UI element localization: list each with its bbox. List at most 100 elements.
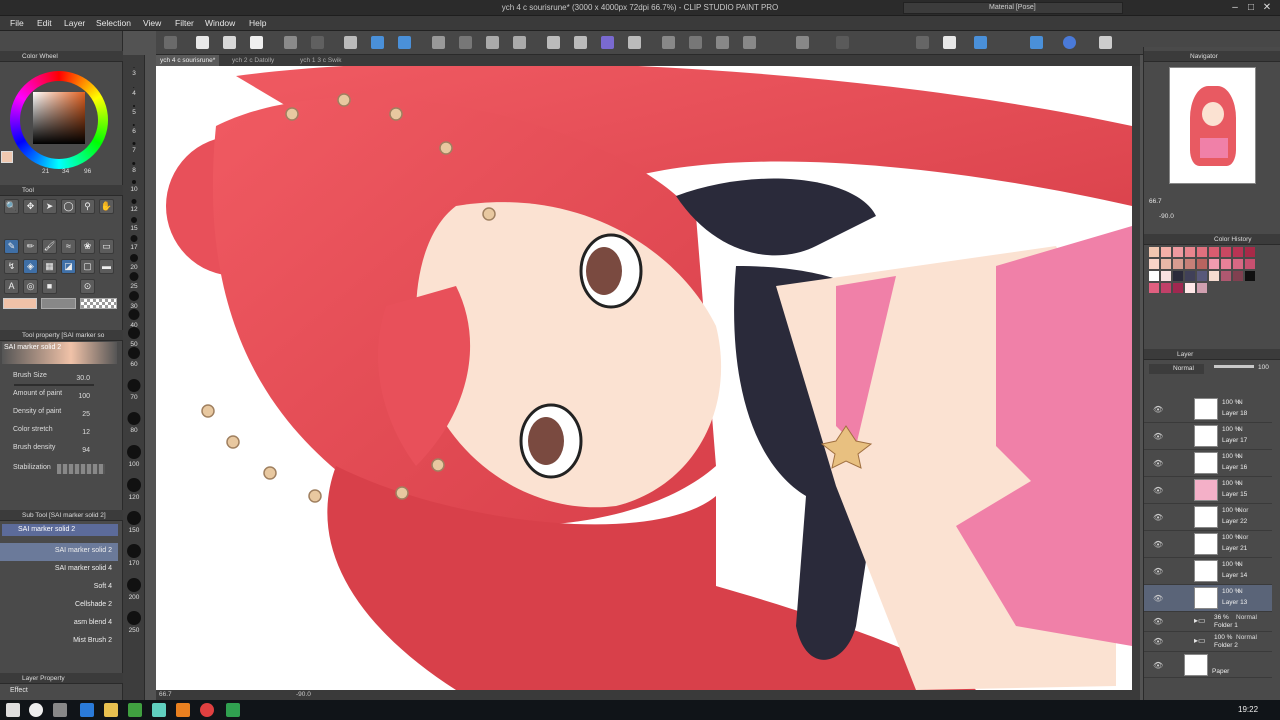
transparent-color-bar[interactable] — [80, 298, 117, 309]
color-swatch[interactable] — [1209, 259, 1219, 269]
new-file-icon[interactable] — [196, 36, 209, 49]
brush-size-dot[interactable] — [129, 254, 138, 262]
redo-icon[interactable] — [311, 36, 324, 49]
color-swatch[interactable] — [1149, 271, 1159, 281]
color-swatch[interactable] — [1161, 283, 1171, 293]
brush-item[interactable]: asm blend 4 — [0, 615, 118, 633]
airbrush-icon[interactable] — [743, 36, 756, 49]
color-swatch[interactable] — [1173, 283, 1183, 293]
rotation-value[interactable]: -90.0 — [296, 691, 311, 698]
undo-icon[interactable] — [284, 36, 297, 49]
snap-ruler-icon[interactable] — [974, 36, 987, 49]
brush-tool-icon[interactable]: 🖌 — [42, 239, 57, 254]
color-swatch[interactable] — [1197, 247, 1207, 257]
drawing-canvas[interactable] — [156, 66, 1132, 690]
opacity-value[interactable]: 100 — [1258, 364, 1269, 371]
transform-icon[interactable] — [486, 36, 499, 49]
sub-color-bar[interactable] — [41, 298, 76, 309]
move-tool-icon[interactable]: ✥ — [23, 199, 38, 214]
deselect-icon[interactable] — [547, 36, 560, 49]
scale-icon[interactable] — [513, 36, 526, 49]
vlc-icon[interactable] — [176, 703, 190, 717]
brush-size-dot[interactable] — [129, 272, 138, 281]
menu-view[interactable]: View — [143, 18, 161, 28]
balloon-tool-icon[interactable]: ◎ — [23, 279, 38, 294]
brush-size-dot[interactable] — [132, 123, 135, 126]
eye-icon[interactable]: 👁 — [1153, 594, 1163, 603]
eye-icon[interactable]: 👁 — [1153, 432, 1163, 441]
windows-start-icon[interactable] — [6, 703, 20, 717]
color-swatch[interactable] — [1233, 271, 1243, 281]
main-color-bar[interactable] — [3, 298, 37, 309]
color-swatch[interactable] — [1221, 259, 1231, 269]
color-swatch[interactable] — [1233, 259, 1243, 269]
app-icon-2[interactable] — [226, 703, 240, 717]
brush-item[interactable]: Cellshade 2 — [0, 597, 118, 615]
frame-tool-icon[interactable]: ▢ — [80, 259, 95, 274]
operation-tool-icon[interactable]: ➤ — [42, 199, 57, 214]
layer-row[interactable]: 👁 100 % N Layer 16 — [1144, 450, 1272, 477]
color-swatch[interactable] — [1149, 247, 1159, 257]
brush-size-dot[interactable] — [131, 180, 136, 184]
brush-size-dot[interactable] — [130, 235, 137, 242]
doc-tab[interactable]: ych 2 c Datolly — [228, 55, 278, 66]
layer-row[interactable]: 👁 100 % N Layer 18 — [1144, 396, 1272, 423]
brush-size-dot[interactable] — [127, 379, 140, 392]
copy-icon[interactable] — [371, 36, 384, 49]
eye-icon[interactable]: 👁 — [1153, 540, 1163, 549]
color-swatch[interactable] — [1245, 271, 1255, 281]
brush-size-dot[interactable] — [126, 544, 141, 558]
brush-item[interactable]: Mist Brush 2 — [0, 633, 118, 651]
opacity-slider[interactable] — [1214, 365, 1254, 368]
layer-row[interactable]: 👁 100 % N Layer 17 — [1144, 423, 1272, 450]
color-swatch[interactable] — [1209, 271, 1219, 281]
task-view-icon[interactable] — [53, 703, 67, 717]
menu-edit[interactable]: Edit — [37, 18, 52, 28]
clip-studio-icon[interactable] — [152, 703, 166, 717]
brush-item[interactable]: SAI marker solid 2 — [0, 543, 118, 561]
brush-size-dot[interactable] — [132, 105, 135, 107]
eye-icon[interactable]: 👁 — [1153, 567, 1163, 576]
brush-item[interactable]: Soft 4 — [0, 579, 118, 597]
file-explorer-icon[interactable] — [104, 703, 118, 717]
color-swatch[interactable] — [1245, 259, 1255, 269]
brush-size-dot[interactable] — [130, 217, 137, 223]
subtool-group-tab[interactable]: SAI marker solid 2 — [2, 524, 118, 536]
amount-of-paint-value[interactable]: 100 — [66, 393, 90, 400]
color-swatch[interactable] — [1197, 283, 1207, 293]
eye-icon[interactable]: 👁 — [1153, 459, 1163, 468]
paste-icon[interactable] — [398, 36, 411, 49]
navigator-preview[interactable] — [1169, 67, 1256, 184]
brush-size-dot[interactable] — [128, 291, 139, 301]
fill-tool-icon[interactable]: ◈ — [23, 259, 38, 274]
text-tool-icon[interactable]: A — [4, 279, 19, 294]
color-swatch[interactable] — [1197, 259, 1207, 269]
brush-size-dot[interactable] — [132, 142, 135, 145]
color-swatch[interactable] — [1173, 247, 1183, 257]
brush-size-dot[interactable] — [132, 86, 135, 88]
menu-help[interactable]: Help — [249, 18, 266, 28]
color-swatch[interactable] — [1233, 247, 1243, 257]
eye-icon[interactable]: 👁 — [1153, 405, 1163, 414]
color-swatch[interactable] — [1197, 271, 1207, 281]
menu-window[interactable]: Window — [205, 18, 235, 28]
brush-size-dot[interactable] — [127, 327, 140, 339]
zoom-tool-icon[interactable]: 🔍 — [4, 199, 19, 214]
open-file-icon[interactable] — [223, 36, 236, 49]
pen-pressure-icon[interactable] — [1030, 36, 1043, 49]
blend-mode-select[interactable]: Normal — [1149, 364, 1204, 374]
menu-selection[interactable]: Selection — [96, 18, 131, 28]
color-stretch-value[interactable]: 12 — [66, 429, 90, 436]
pencil-tool-icon[interactable]: ✏ — [23, 239, 38, 254]
color-swatch[interactable] — [1245, 247, 1255, 257]
navigator-rotation[interactable]: -90.0 — [1159, 213, 1174, 220]
folder-row[interactable]: 👁 ▸▭ 36 % Normal Folder 1 — [1144, 612, 1272, 632]
brush-size-slider[interactable] — [14, 384, 94, 386]
color-swatch[interactable] — [1221, 271, 1231, 281]
layer-row[interactable]: 👁 100 % N Layer 15 — [1144, 477, 1272, 504]
color-swatch[interactable] — [1209, 247, 1219, 257]
airbrush-tool-icon[interactable]: ≈ — [61, 239, 76, 254]
app-icon[interactable] — [128, 703, 142, 717]
brush-size-dot[interactable] — [131, 199, 136, 204]
color-swatch[interactable] — [1185, 247, 1195, 257]
